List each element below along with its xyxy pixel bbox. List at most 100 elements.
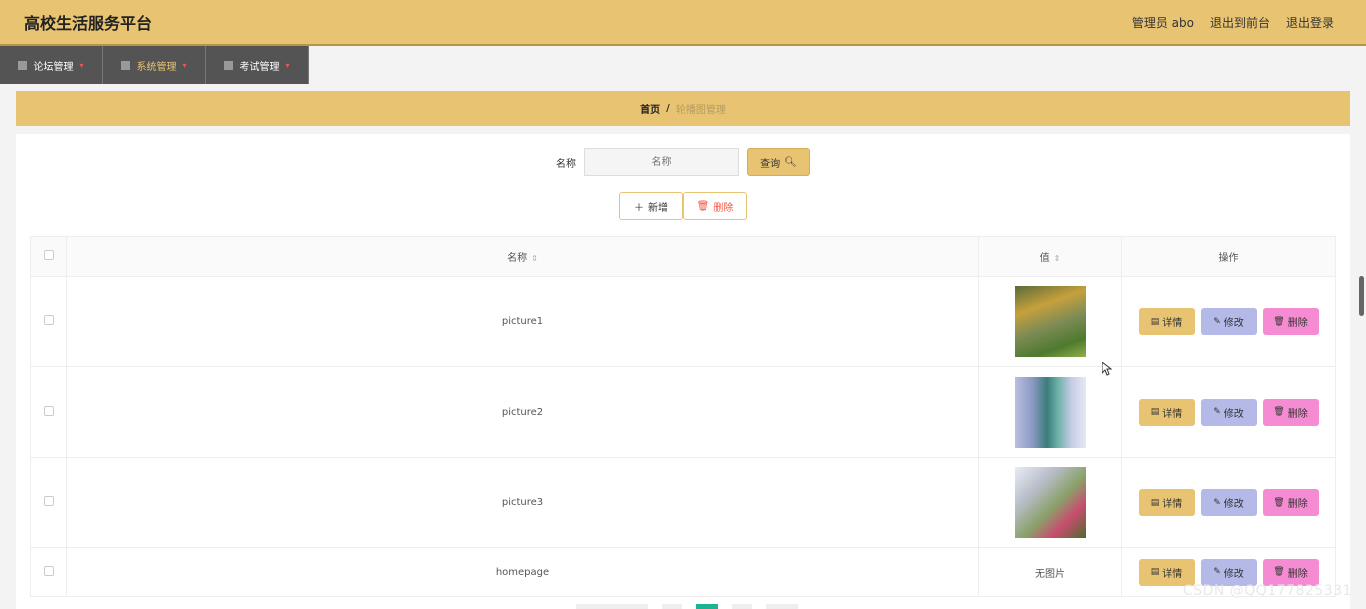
plus-icon: ＋	[634, 202, 644, 214]
pin-icon	[18, 60, 28, 70]
row-checkbox[interactable]	[43, 315, 54, 325]
watermark: CSDN @QQ177825331	[1182, 583, 1352, 599]
table-row: homepage 无图片 ▤ 详情 ✎ 修改 🗑︎ 删除	[30, 547, 1336, 597]
row-value: 无图片	[978, 547, 1122, 597]
thumbnail-image[interactable]	[1014, 376, 1086, 448]
row-value	[978, 366, 1122, 458]
pencil-icon: ✎	[1213, 567, 1221, 577]
table-row: picture1 ▤ 详情 ✎ 修改 🗑︎ 删除	[30, 276, 1336, 367]
document-icon: ▤	[1150, 407, 1160, 417]
row-checkbox[interactable]	[43, 496, 54, 506]
page-size-select[interactable]	[576, 604, 648, 609]
monitor-icon	[224, 60, 234, 70]
logout-link[interactable]: 退出登录	[1286, 14, 1334, 31]
row-ops: ▤ 详情 ✎ 修改 🗑︎ 删除	[1121, 276, 1336, 367]
row-select-cell	[30, 276, 67, 367]
column-header-ops: 操作	[1121, 236, 1336, 277]
data-table: 名称 ⇕ 值 ⇕ 操作 picture1 ▤ 详情 ✎ 修改 🗑︎ 删除 pic…	[30, 236, 1336, 597]
delete-button[interactable]: 🗑︎ 删除	[1262, 558, 1319, 586]
document-icon: ▤	[1150, 316, 1160, 327]
edit-button[interactable]: ✎ 修改	[1200, 398, 1257, 426]
chevron-down-icon: ▾	[182, 60, 187, 70]
sort-icon[interactable]: ⇕	[1054, 254, 1061, 263]
pagination	[576, 604, 798, 609]
chevron-down-icon: ▾	[79, 60, 84, 70]
nav-item-label: 系统管理	[136, 61, 177, 73]
page-jump-input[interactable]	[766, 604, 798, 609]
trash-icon: 🗑︎	[1273, 567, 1285, 577]
row-ops: ▤ 详情 ✎ 修改 🗑︎ 删除	[1121, 366, 1336, 458]
delete-button[interactable]: 🗑︎ 删除	[1262, 398, 1319, 426]
add-button[interactable]: ＋ 新增	[619, 192, 683, 220]
mouse-cursor-icon	[1102, 362, 1112, 376]
nav-exam-management[interactable]: 考试管理 ▾	[206, 46, 309, 84]
current-page[interactable]	[696, 604, 718, 609]
edit-button[interactable]: ✎ 修改	[1200, 489, 1257, 516]
trash-icon: 🗑︎	[1273, 407, 1285, 417]
prev-page-button[interactable]	[662, 604, 682, 609]
nav-system-management[interactable]: 系统管理 ▾	[103, 46, 206, 84]
row-value	[978, 276, 1122, 367]
sort-icon[interactable]: ⇕	[531, 254, 538, 263]
pencil-icon: ✎	[1213, 497, 1221, 508]
row-name: picture3	[66, 457, 979, 548]
delete-button[interactable]: 🗑︎ 删除	[1262, 308, 1319, 335]
nav-item-label: 论坛管理	[33, 61, 74, 73]
trash-icon: 🗑︎	[1273, 497, 1285, 508]
query-button-label: 查询	[760, 158, 781, 170]
row-select-cell	[30, 547, 67, 597]
detail-button[interactable]: ▤ 详情	[1138, 489, 1195, 516]
add-button-label: 新增	[648, 202, 668, 214]
page-scrollbar[interactable]	[1359, 276, 1364, 316]
column-header-value[interactable]: 值 ⇕	[978, 236, 1122, 277]
thumbnail-image[interactable]	[1014, 286, 1086, 357]
search-label: 名称	[556, 158, 576, 170]
next-page-button[interactable]	[732, 604, 752, 609]
row-value	[978, 457, 1122, 548]
row-name: picture2	[66, 366, 979, 458]
main-content: 名称 查询 🔍︎ ＋ 新增 🗑︎ 删除 名称⇕ 值⇕ 操作	[16, 134, 1350, 609]
send-icon	[121, 60, 131, 70]
search-icon: 🔍︎	[784, 156, 797, 168]
top-header: 高校生活服务平台 管理员 abo 退出到前台 退出登录	[0, 0, 1366, 46]
table-row: picture3 ▤ 详情 ✎ 修改 🗑︎ 删除	[30, 457, 1336, 548]
app-title: 高校生活服务平台	[24, 14, 153, 33]
breadcrumb-home[interactable]: 首页	[640, 101, 660, 116]
search-bar: 名称 查询 🔍︎	[16, 148, 1350, 176]
query-button[interactable]: 查询 🔍︎	[747, 148, 810, 176]
row-select-cell	[30, 366, 67, 458]
detail-button[interactable]: ▤ 详情	[1138, 398, 1195, 426]
delete-button[interactable]: 🗑︎ 删除	[1262, 489, 1319, 516]
select-all-checkbox[interactable]	[43, 250, 54, 260]
search-input[interactable]	[584, 148, 739, 176]
breadcrumb: 首页 / 轮播图管理	[16, 91, 1350, 126]
exit-to-front-link[interactable]: 退出到前台	[1210, 14, 1270, 31]
select-all-cell	[30, 236, 67, 277]
row-ops: ▤ 详情 ✎ 修改 🗑︎ 删除	[1121, 457, 1336, 548]
batch-delete-label: 删除	[713, 202, 734, 214]
chevron-down-icon: ▾	[285, 60, 290, 70]
thumbnail-image[interactable]	[1014, 467, 1086, 538]
header-actions: 管理员 abo 退出到前台 退出登录	[1132, 14, 1334, 31]
nav-forum-management[interactable]: 论坛管理 ▾	[0, 46, 103, 84]
pencil-icon: ✎	[1213, 407, 1221, 417]
document-icon: ▤	[1150, 497, 1160, 508]
document-icon: ▤	[1150, 567, 1160, 577]
column-header-name[interactable]: 名称 ⇕	[66, 236, 979, 277]
top-nav: 论坛管理 ▾ 系统管理 ▾ 考试管理 ▾	[0, 46, 309, 84]
row-checkbox[interactable]	[43, 565, 54, 576]
edit-button[interactable]: ✎ 修改	[1200, 308, 1257, 335]
table-row: picture2 ▤ 详情 ✎ 修改 🗑︎ 删除	[30, 366, 1336, 458]
breadcrumb-separator: /	[666, 103, 670, 114]
detail-button[interactable]: ▤ 详情	[1138, 558, 1195, 586]
breadcrumb-current: 轮播图管理	[675, 105, 726, 116]
batch-delete-button[interactable]: 🗑︎ 删除	[683, 192, 747, 220]
row-checkbox[interactable]	[43, 405, 54, 416]
trash-icon: 🗑︎	[696, 200, 710, 212]
edit-button[interactable]: ✎ 修改	[1200, 558, 1257, 586]
row-name: picture1	[66, 276, 979, 367]
pencil-icon: ✎	[1213, 316, 1221, 327]
trash-icon: 🗑︎	[1273, 316, 1285, 327]
admin-username: 管理员 abo	[1131, 15, 1194, 30]
detail-button[interactable]: ▤ 详情	[1138, 308, 1195, 335]
